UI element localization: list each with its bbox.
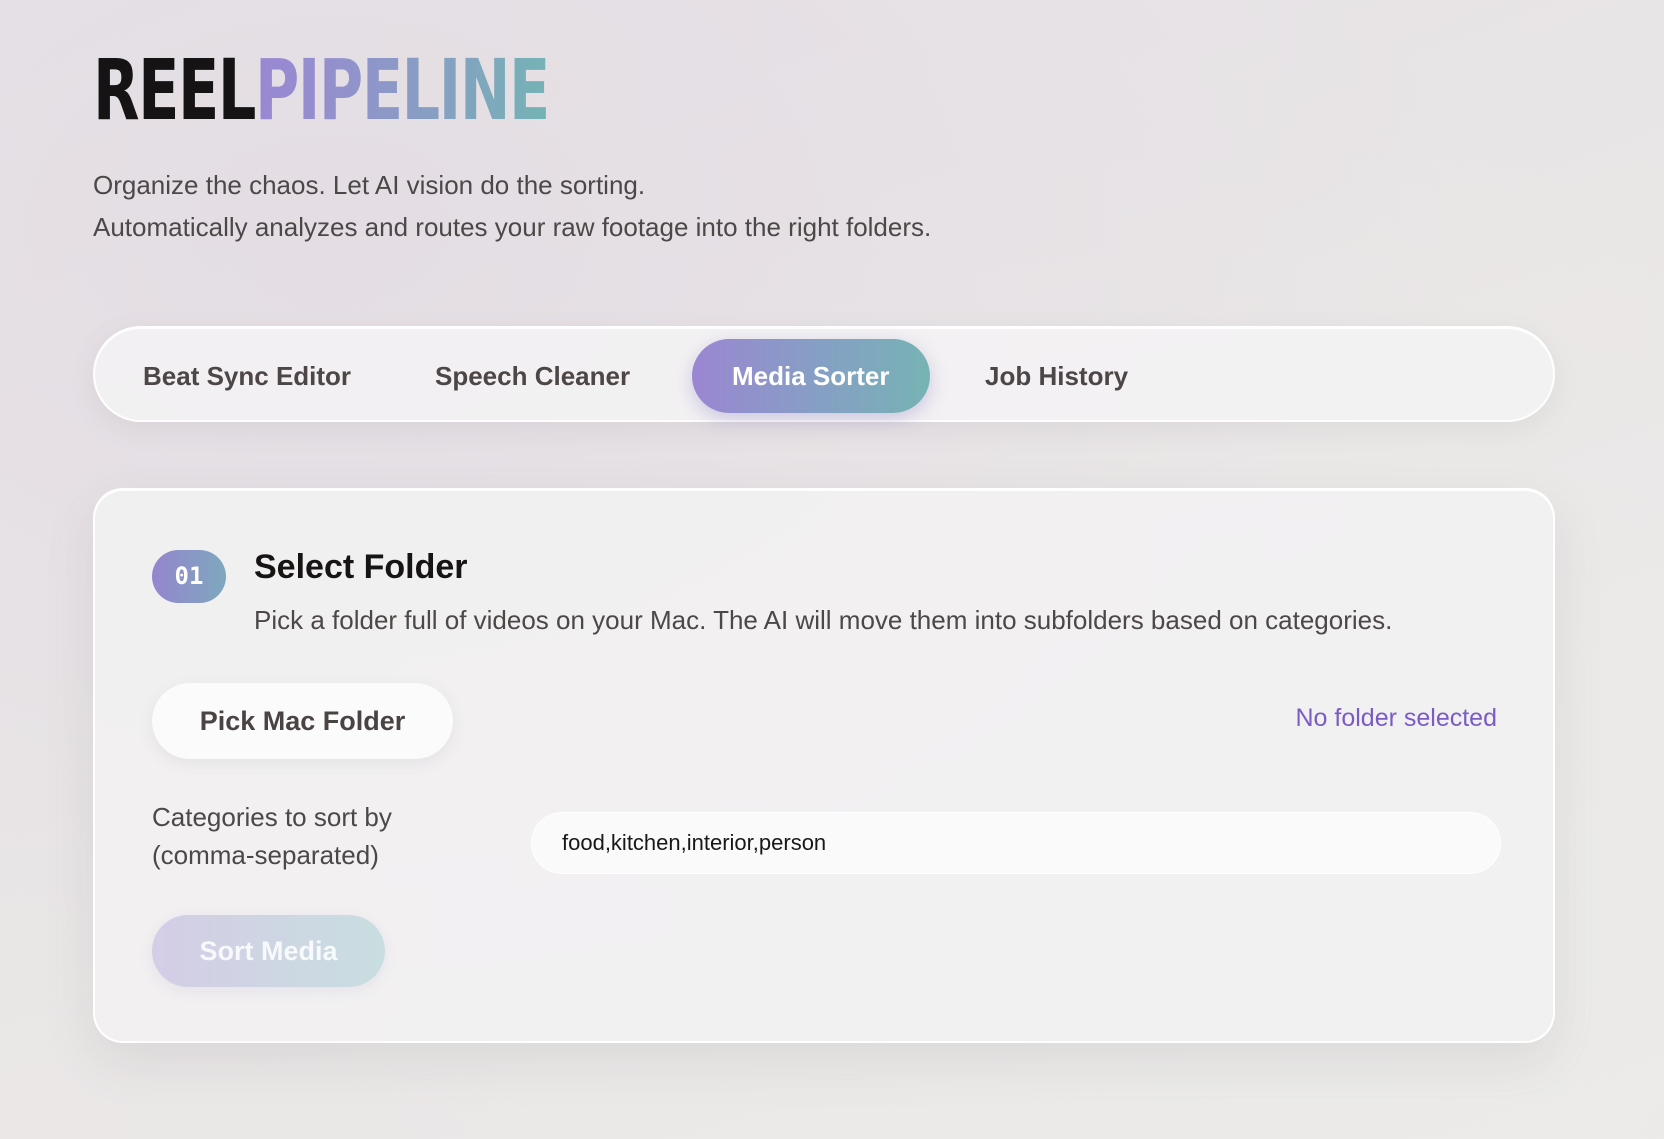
logo-text-reel: REEL [93, 41, 256, 139]
section-title: Select Folder [254, 548, 468, 586]
logo-text-pipeline: PIPELINE [254, 41, 550, 139]
section-description: Pick a folder full of videos on your Mac… [254, 605, 1393, 635]
tab-media-sorter[interactable]: Media Sorter [692, 339, 930, 413]
tab-beat-sync-editor[interactable]: Beat Sync Editor [103, 339, 391, 413]
sort-media-button[interactable]: Sort Media [152, 915, 385, 987]
tab-bar: Beat Sync Editor Speech Cleaner Media So… [93, 326, 1555, 422]
tab-speech-cleaner[interactable]: Speech Cleaner [395, 339, 670, 413]
pick-mac-folder-button[interactable]: Pick Mac Folder [152, 683, 453, 759]
tagline-line-2: Automatically analyzes and routes your r… [93, 212, 932, 242]
select-folder-card: 01 Select Folder Pick a folder full of v… [93, 488, 1555, 1043]
categories-label: Categories to sort by (comma-separated) [152, 802, 392, 870]
tagline: Organize the chaos. Let AI vision do the… [93, 164, 931, 248]
app-logo: REEL PIPELINE [93, 41, 550, 139]
step-number-badge: 01 [152, 550, 226, 603]
folder-status-text: No folder selected [1295, 704, 1497, 732]
categories-input[interactable] [531, 812, 1501, 874]
tagline-line-1: Organize the chaos. Let AI vision do the… [93, 170, 646, 200]
tab-job-history[interactable]: Job History [945, 339, 1168, 413]
